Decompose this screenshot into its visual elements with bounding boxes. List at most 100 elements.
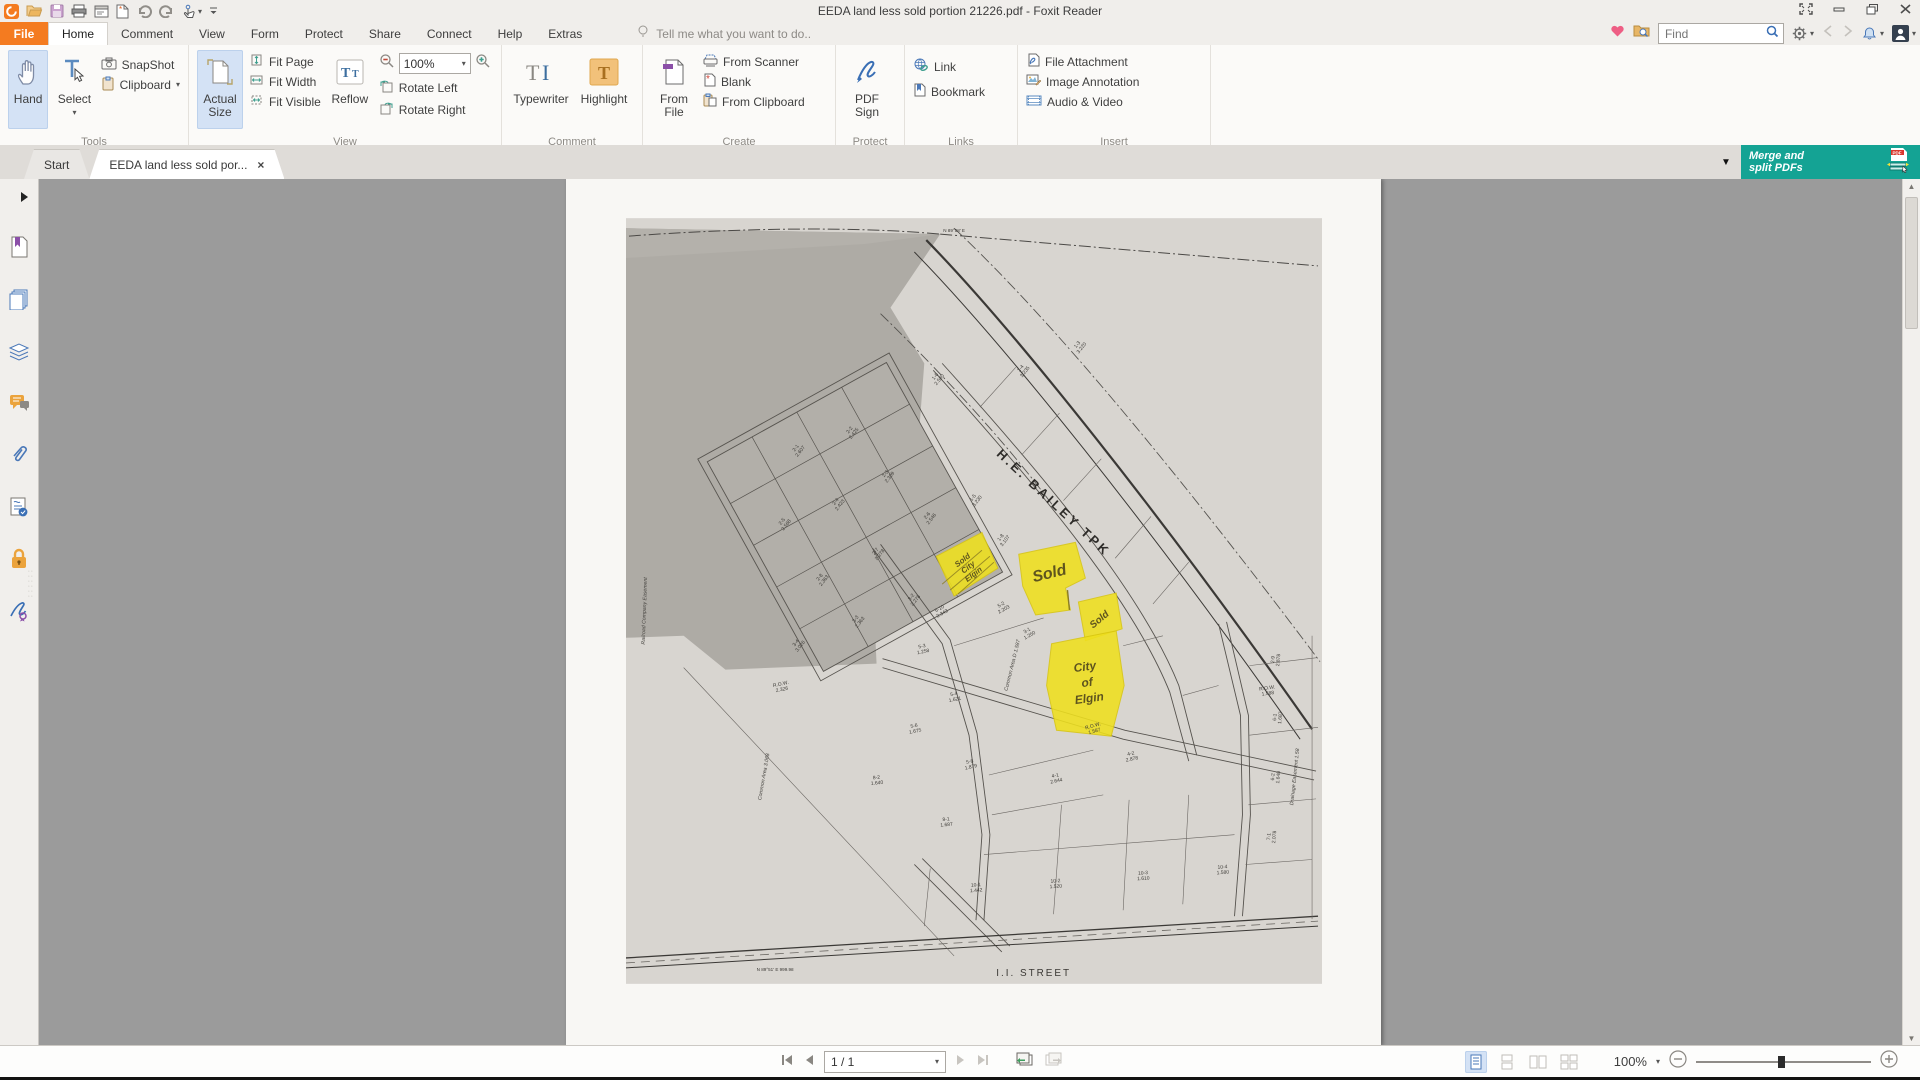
hand-tool-button[interactable]: Hand [8,50,48,129]
next-page-icon[interactable] [956,1053,966,1071]
signatures-panel-icon[interactable] [7,495,31,519]
select-caret: ▾ [72,106,76,119]
minimize-button[interactable] [1833,3,1846,15]
rotate-right-button[interactable]: Rotate Right [379,101,491,118]
touch-mode-icon[interactable]: ▾ [182,4,202,19]
file-attachment-button[interactable]: File Attachment [1026,53,1139,70]
zoom-out-icon[interactable] [379,53,395,74]
last-page-icon[interactable] [976,1053,990,1071]
document-properties-icon[interactable] [94,5,109,18]
tab-start[interactable]: Start [24,149,89,179]
vertical-scrollbar[interactable]: ▲ ▼ [1902,179,1920,1046]
foxit-logo-icon[interactable] [4,4,19,19]
pages-panel-icon[interactable] [7,287,31,311]
restore-button[interactable] [1866,3,1879,15]
tab-home[interactable]: Home [48,22,108,45]
pdf-sign-button[interactable]: PDF Sign [844,50,890,129]
reflow-button[interactable]: TT Reflow [327,50,373,129]
open-file-icon[interactable] [26,4,43,18]
tell-me-box[interactable]: Tell me what you want to do.. [637,22,811,45]
panel-resize-handle[interactable]: ∙∙∙∙∙∙∙∙∙∙∙∙ [28,569,34,786]
heart-icon[interactable] [1610,24,1625,43]
tab-connect[interactable]: Connect [414,22,485,45]
customize-qat-icon[interactable] [209,5,218,17]
audio-video-button[interactable]: Audio & Video [1026,93,1139,110]
bookmark-button[interactable]: Bookmark [913,83,985,100]
clipboard-button[interactable]: Clipboard ▾ [101,76,180,93]
layers-panel-icon[interactable] [7,339,31,363]
zoom-level-select[interactable]: 100% ▾ [399,53,471,74]
from-file-button[interactable]: From File [651,50,697,129]
previous-page-icon[interactable] [804,1053,814,1071]
notifications-bell-icon[interactable]: ▾ [1862,26,1884,41]
scroll-down-arrow[interactable]: ▼ [1903,1034,1920,1043]
from-clipboard-button[interactable]: From Clipboard [703,93,805,110]
tab-protect[interactable]: Protect [292,22,356,45]
zoom-in-button[interactable] [1880,1050,1898,1073]
scrollbar-thumb[interactable] [1905,197,1918,329]
search-icon[interactable] [1766,25,1779,43]
fit-visible-button[interactable]: Fit Visible [249,93,321,110]
avatar-caret[interactable]: ▾ [1912,29,1916,38]
settings-gear-icon[interactable]: ▾ [1792,26,1814,41]
bell-caret[interactable]: ▾ [1880,29,1884,38]
touch-mode-caret[interactable]: ▾ [198,7,202,16]
from-scanner-button[interactable]: From Scanner [703,53,805,70]
tab-share[interactable]: Share [356,22,414,45]
expand-panel-arrow-icon[interactable] [12,185,36,209]
settings-caret[interactable]: ▾ [1810,29,1814,38]
attachments-panel-icon[interactable] [7,443,31,467]
print-icon[interactable] [71,4,87,18]
tab-help[interactable]: Help [485,22,536,45]
tab-document[interactable]: EEDA land less sold por... × [89,149,284,179]
undo-icon[interactable] [136,4,152,18]
rotate-left-button[interactable]: Rotate Left [379,79,491,96]
next-view-icon[interactable] [1044,1052,1062,1072]
redo-icon[interactable] [159,4,175,18]
select-tool-button[interactable]: Select ▾ [54,50,94,129]
comments-panel-icon[interactable] [7,391,31,415]
single-page-view-icon[interactable] [1465,1051,1487,1073]
actual-size-button[interactable]: Actual Size [197,50,243,129]
fit-page-button[interactable]: Fit Page [249,53,321,70]
snapshot-button[interactable]: SnapShot [101,56,180,73]
image-annotation-label: Image Annotation [1046,75,1139,89]
bookmarks-panel-icon[interactable] [7,235,31,259]
scroll-up-arrow[interactable]: ▲ [1903,182,1920,191]
typewriter-button[interactable]: TI Typewriter [510,50,572,129]
page-number-field[interactable]: 1 / 1 ▾ [824,1051,946,1073]
tab-list-caret[interactable]: ▼ [1711,145,1741,179]
pdf-page[interactable]: H.E. BAILEY TPK I.I. STREET N 89°58' E N… [566,179,1381,1046]
blank-button[interactable]: * Blank [703,73,805,90]
new-document-icon[interactable]: * [116,4,129,19]
continuous-facing-view-icon[interactable] [1558,1051,1580,1073]
tab-comment[interactable]: Comment [108,22,186,45]
close-tab-icon[interactable]: × [257,158,264,172]
document-canvas[interactable]: H.E. BAILEY TPK I.I. STREET N 89°58' E N… [39,179,1903,1046]
zoom-out-button[interactable] [1669,1050,1687,1073]
zoom-slider[interactable] [1696,1061,1871,1063]
link-button[interactable]: Link [913,58,985,75]
close-button[interactable] [1899,3,1912,15]
find-input[interactable] [1663,26,1762,42]
status-zoom-caret[interactable]: ▾ [1656,1057,1660,1066]
merge-split-promo[interactable]: Merge and split PDFs PDF [1741,145,1920,179]
tab-form[interactable]: Form [238,22,292,45]
highlight-button[interactable]: T Highlight [578,50,630,129]
facing-view-icon[interactable] [1527,1051,1549,1073]
account-avatar[interactable]: ▾ [1892,25,1916,42]
search-folder-icon[interactable] [1633,24,1650,43]
file-menu[interactable]: File [0,22,48,45]
screen-mode-icon[interactable] [1799,3,1813,15]
zoom-in-icon[interactable] [475,53,491,74]
tab-extras[interactable]: Extras [535,22,595,45]
tab-view[interactable]: View [186,22,238,45]
continuous-view-icon[interactable] [1496,1051,1518,1073]
previous-view-icon[interactable] [1016,1052,1034,1072]
save-icon[interactable] [50,4,64,18]
zoom-slider-handle[interactable] [1778,1056,1785,1068]
fit-width-button[interactable]: Fit Width [249,73,321,90]
image-annotation-button[interactable]: Image Annotation [1026,73,1139,90]
find-box[interactable] [1658,23,1784,44]
first-page-icon[interactable] [780,1053,794,1071]
